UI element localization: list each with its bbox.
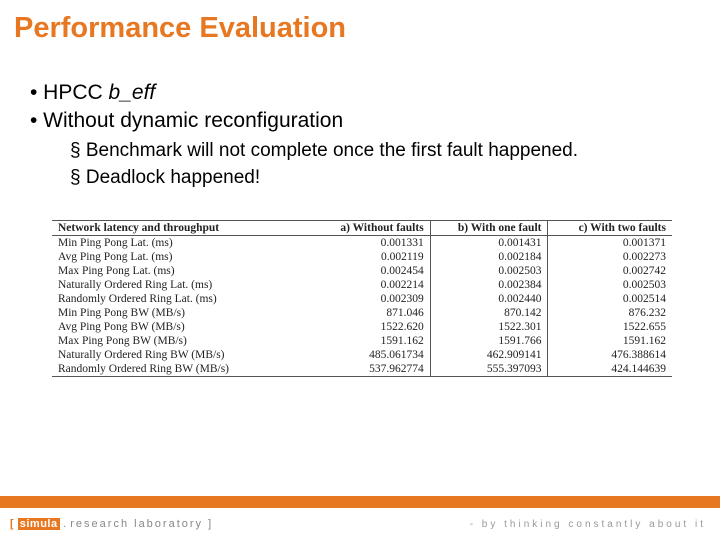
- cell-metric: Randomly Ordered Ring Lat. (ms): [52, 292, 312, 306]
- cell-b: 0.002440: [430, 292, 548, 306]
- table-row: Naturally Ordered Ring BW (MB/s)485.0617…: [52, 348, 672, 362]
- cell-metric: Min Ping Pong BW (MB/s): [52, 306, 312, 320]
- table-body: Min Ping Pong Lat. (ms)0.0013310.0014310…: [52, 236, 672, 377]
- cell-c: 876.232: [548, 306, 672, 320]
- cell-c: 0.002742: [548, 264, 672, 278]
- cell-c: 476.388614: [548, 348, 672, 362]
- cell-metric: Min Ping Pong Lat. (ms): [52, 236, 312, 251]
- cell-metric: Naturally Ordered Ring BW (MB/s): [52, 348, 312, 362]
- cell-b: 870.142: [430, 306, 548, 320]
- table-row: Naturally Ordered Ring Lat. (ms)0.002214…: [52, 278, 672, 292]
- slide-title: Performance Evaluation: [14, 12, 346, 45]
- cell-c: 0.001371: [548, 236, 672, 251]
- logo-dot: .: [60, 518, 71, 530]
- cell-b: 0.002384: [430, 278, 548, 292]
- table-row: Min Ping Pong BW (MB/s)871.046870.142876…: [52, 306, 672, 320]
- cell-metric: Avg Ping Pong Lat. (ms): [52, 250, 312, 264]
- table-row: Randomly Ordered Ring BW (MB/s)537.96277…: [52, 362, 672, 377]
- cell-b: 462.909141: [430, 348, 548, 362]
- footer-accent-bar: [0, 496, 720, 508]
- cell-metric: Avg Ping Pong BW (MB/s): [52, 320, 312, 334]
- sub-bullet-deadlock: § Deadlock happened!: [70, 166, 690, 190]
- sub-bullet-benchmark: § Benchmark will not complete once the f…: [70, 139, 690, 163]
- cell-c: 0.002514: [548, 292, 672, 306]
- cell-b: 0.002503: [430, 264, 548, 278]
- data-table: Network latency and throughput a) Withou…: [52, 220, 672, 377]
- bullet-hpcc: • HPCC b_eff: [30, 80, 690, 106]
- slide-body: • HPCC b_eff • Without dynamic reconfigu…: [30, 80, 690, 190]
- cell-metric: Max Ping Pong Lat. (ms): [52, 264, 312, 278]
- cell-a: 537.962774: [312, 362, 430, 377]
- table-row: Max Ping Pong Lat. (ms)0.0024540.0025030…: [52, 264, 672, 278]
- th-b: b) With one fault: [430, 221, 548, 236]
- table-header-row: Network latency and throughput a) Withou…: [52, 221, 672, 236]
- cell-b: 0.002184: [430, 250, 548, 264]
- bullet-text: • Without dynamic reconfiguration: [30, 109, 343, 132]
- cell-b: 555.397093: [430, 362, 548, 377]
- logo-bracket-left: [: [10, 518, 18, 530]
- cell-a: 485.061734: [312, 348, 430, 362]
- cell-a: 1522.620: [312, 320, 430, 334]
- bullet-without-reconfig: • Without dynamic reconfiguration: [30, 108, 690, 134]
- cell-a: 0.002214: [312, 278, 430, 292]
- table-row: Max Ping Pong BW (MB/s)1591.1621591.7661…: [52, 334, 672, 348]
- cell-metric: Naturally Ordered Ring Lat. (ms): [52, 278, 312, 292]
- cell-b: 0.001431: [430, 236, 548, 251]
- cell-c: 1591.162: [548, 334, 672, 348]
- cell-metric: Randomly Ordered Ring BW (MB/s): [52, 362, 312, 377]
- th-metric: Network latency and throughput: [52, 221, 312, 236]
- table-row: Avg Ping Pong Lat. (ms)0.0021190.0021840…: [52, 250, 672, 264]
- slide: Performance Evaluation • HPCC b_eff • Wi…: [0, 0, 720, 540]
- cell-a: 0.001331: [312, 236, 430, 251]
- th-c: c) With two faults: [548, 221, 672, 236]
- cell-c: 0.002273: [548, 250, 672, 264]
- cell-a: 871.046: [312, 306, 430, 320]
- cell-a: 0.002309: [312, 292, 430, 306]
- th-a: a) Without faults: [312, 221, 430, 236]
- cell-a: 1591.162: [312, 334, 430, 348]
- cell-c: 424.144639: [548, 362, 672, 377]
- bullet-italic: b_eff: [109, 81, 156, 104]
- footer-tagline: - by thinking constantly about it: [470, 519, 706, 530]
- cell-b: 1522.301: [430, 320, 548, 334]
- logo-rest: research laboratory ]: [70, 518, 213, 530]
- table-row: Randomly Ordered Ring Lat. (ms)0.0023090…: [52, 292, 672, 306]
- latency-throughput-table: Network latency and throughput a) Withou…: [52, 220, 672, 377]
- bullet-text: • HPCC: [30, 81, 109, 104]
- cell-a: 0.002454: [312, 264, 430, 278]
- footer-logo: [ simula . research laboratory ]: [10, 518, 213, 530]
- cell-c: 0.002503: [548, 278, 672, 292]
- cell-metric: Max Ping Pong BW (MB/s): [52, 334, 312, 348]
- cell-a: 0.002119: [312, 250, 430, 264]
- table-row: Min Ping Pong Lat. (ms)0.0013310.0014310…: [52, 236, 672, 251]
- table-row: Avg Ping Pong BW (MB/s)1522.6201522.3011…: [52, 320, 672, 334]
- logo-brand: simula: [18, 518, 60, 530]
- cell-c: 1522.655: [548, 320, 672, 334]
- cell-b: 1591.766: [430, 334, 548, 348]
